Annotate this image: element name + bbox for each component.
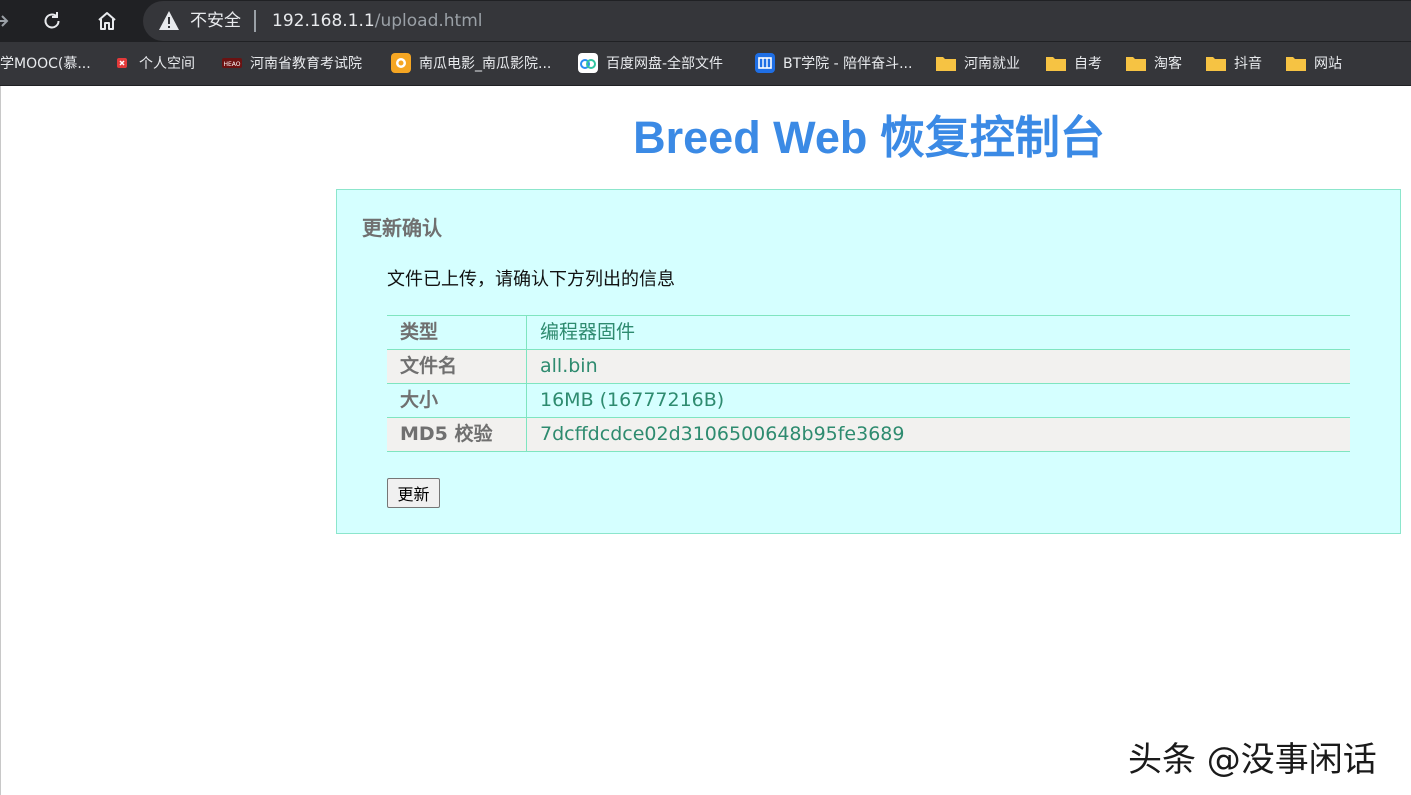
bookmark-label: 河南就业 — [964, 56, 1020, 72]
exam-site-icon: HEAO — [222, 54, 242, 72]
bookmark-label: 自考 — [1074, 56, 1102, 72]
address-separator — [254, 10, 256, 32]
personal-space-icon — [113, 54, 131, 72]
reload-button[interactable] — [37, 6, 67, 36]
bookmark-folder-douyin[interactable]: 抖音 — [1206, 42, 1262, 84]
reload-icon — [44, 12, 60, 29]
page-left-border — [0, 86, 1, 795]
table-row: MD5 校验 7dcffdcdce02d3106500648b95fe3689 — [387, 417, 1350, 452]
security-label[interactable]: 不安全 — [190, 11, 241, 31]
url-path: /upload.html — [374, 11, 483, 31]
bookmark-folder-taoke[interactable]: 淘客 — [1126, 42, 1182, 84]
row-key: 大小 — [387, 383, 527, 418]
row-key: 文件名 — [387, 349, 527, 384]
row-value: 16MB (16777216B) — [526, 383, 1350, 418]
pumpkin-movie-icon — [391, 53, 411, 73]
panel-description: 文件已上传，请确认下方列出的信息 — [387, 269, 675, 290]
watermark-text: 头条 @没事闲话 — [1128, 740, 1377, 780]
folder-icon — [1286, 54, 1306, 72]
address-bar[interactable]: 不安全 192.168.1.1/upload.html — [143, 1, 1411, 41]
bookmark-label: 南瓜电影_南瓜影院... — [419, 56, 552, 72]
row-value: 编程器固件 — [526, 315, 1350, 350]
bookmark-personal-space[interactable]: 个人空间 — [113, 42, 195, 84]
panel-heading: 更新确认 — [362, 216, 442, 240]
bookmark-mooc[interactable]: 学MOOC(慕... — [0, 42, 91, 84]
svg-text:HEAO: HEAO — [223, 61, 240, 68]
page-title: Breed Web 恢复控制台 — [633, 112, 1105, 163]
url-host: 192.168.1.1 — [272, 11, 375, 31]
bookmarks-bar: 学MOOC(慕... 个人空间 HEAO 河南省教育考试院 南瓜电影_南瓜影院.… — [0, 42, 1411, 86]
folder-icon — [936, 54, 956, 72]
url-text[interactable]: 192.168.1.1/upload.html — [272, 11, 483, 31]
home-button[interactable] — [92, 6, 122, 36]
bookmark-pumpkin-movie[interactable]: 南瓜电影_南瓜影院... — [391, 42, 551, 84]
bookmark-exam-site[interactable]: HEAO 河南省教育考试院 — [222, 42, 362, 84]
folder-icon — [1046, 54, 1066, 72]
bookmark-baidu-pan[interactable]: 百度网盘-全部文件 — [578, 42, 723, 84]
baidu-pan-icon — [578, 53, 598, 73]
table-row: 类型 编程器固件 — [387, 315, 1350, 350]
folder-icon — [1206, 54, 1226, 72]
table-row: 大小 16MB (16777216B) — [387, 383, 1350, 418]
table-row: 文件名 all.bin — [387, 349, 1350, 384]
row-key: 类型 — [387, 315, 527, 350]
bookmark-label: 抖音 — [1234, 56, 1262, 72]
row-value: all.bin — [526, 349, 1350, 384]
bookmark-folder-self-study[interactable]: 自考 — [1046, 42, 1102, 84]
bookmark-bt-academy[interactable]: BT学院 - 陪伴奋斗... — [755, 42, 912, 84]
bookmark-folder-henan-jobs[interactable]: 河南就业 — [936, 42, 1020, 84]
home-icon — [98, 12, 116, 30]
browser-toolbar: 不安全 192.168.1.1/upload.html — [0, 0, 1411, 42]
row-key: MD5 校验 — [387, 417, 527, 452]
bookmark-folder-websites[interactable]: 网站 — [1286, 42, 1342, 84]
forward-button[interactable] — [0, 6, 16, 36]
folder-icon — [1126, 54, 1146, 72]
file-info-table: 类型 编程器固件 文件名 all.bin 大小 16MB (16777216B)… — [387, 315, 1350, 452]
bookmark-label: 百度网盘-全部文件 — [606, 56, 724, 72]
update-button[interactable]: 更新 — [387, 478, 440, 508]
bookmark-label: 淘客 — [1154, 56, 1182, 72]
bookmark-label: 个人空间 — [139, 56, 195, 72]
warning-icon[interactable] — [158, 10, 180, 31]
bookmark-label: 河南省教育考试院 — [250, 56, 362, 72]
forward-arrow-icon — [0, 15, 9, 27]
row-value: 7dcffdcdce02d3106500648b95fe3689 — [526, 417, 1350, 452]
bt-academy-icon — [755, 53, 775, 73]
bookmark-label: 学MOOC(慕... — [0, 56, 91, 72]
bookmark-label: 网站 — [1314, 56, 1342, 72]
bookmark-label: BT学院 - 陪伴奋斗... — [783, 56, 913, 72]
update-confirm-panel: 更新确认 文件已上传，请确认下方列出的信息 类型 编程器固件 文件名 all.b… — [336, 189, 1401, 534]
